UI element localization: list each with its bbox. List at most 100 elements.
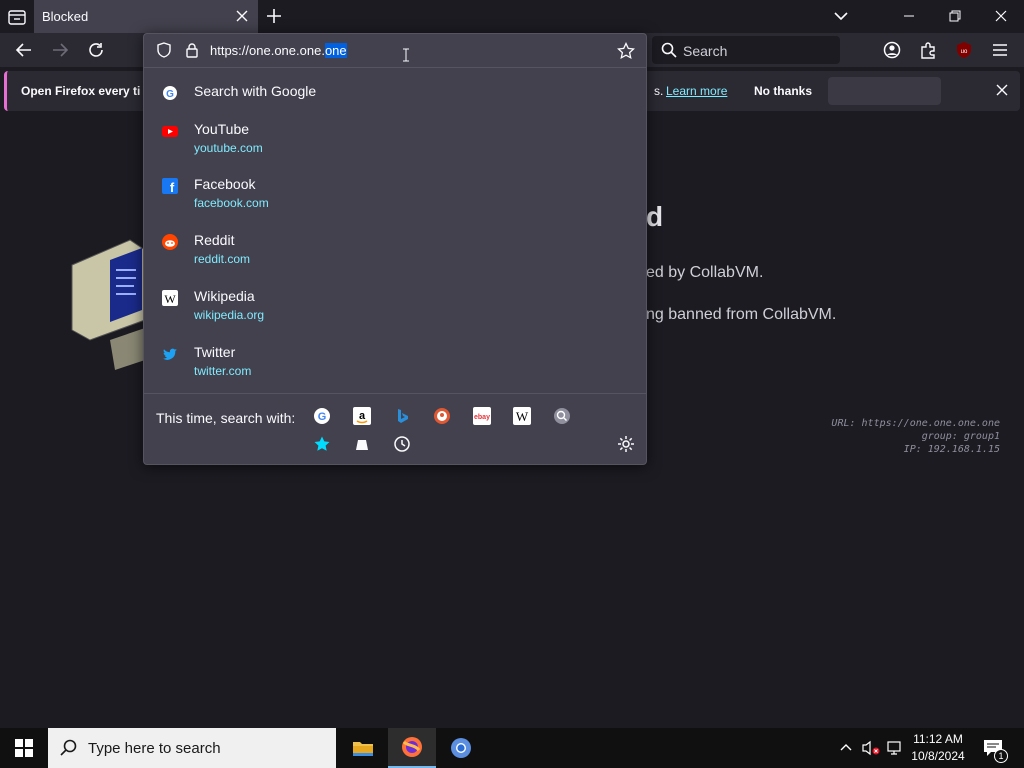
bookmark-star-icon[interactable] [617,41,635,65]
new-tab-icon[interactable] [265,7,283,25]
close-notification-icon[interactable] [995,83,1009,97]
page-heading: d [646,201,664,232]
address-bar[interactable]: https://one.one.one.one [144,34,646,67]
suggestion-url: youtube.com [194,141,263,155]
tabs-icon[interactable] [353,435,371,453]
one-off-search-label: This time, search with: [156,410,296,426]
restore-icon[interactable] [932,4,978,28]
search-bar[interactable]: Search [652,36,840,64]
page-text-line: ng banned from CollabVM. [646,306,837,323]
search-icon [661,42,677,63]
meta-group: group: group1 [921,431,1000,442]
taskbar-search-placeholder: Type here to search [88,740,221,757]
taskbar-search-box[interactable]: Type here to search [48,728,336,768]
wikipedia-icon[interactable]: W [513,407,531,425]
text-cursor-icon [402,48,410,67]
suggestion-url: facebook.com [194,196,269,210]
volume-muted-icon[interactable] [862,740,880,761]
svg-text:W: W [164,292,176,306]
gear-icon[interactable] [617,435,635,453]
clock-date: 10/8/2024 [911,749,965,763]
svg-text:W: W [516,409,529,424]
lock-icon[interactable] [184,42,200,63]
no-thanks-button[interactable]: No thanks [743,77,823,105]
svg-text:G: G [166,89,174,100]
svg-text:uo: uo [961,49,968,55]
notification-text-tail: s. [654,84,664,98]
tab-bar: Blocked [0,0,1024,33]
svg-text:f: f [170,180,175,194]
notification-count-badge: 1 [994,749,1008,763]
wikipedia-icon: W [162,290,178,306]
google-icon: G [162,85,178,101]
suggestion-title: Facebook [194,176,256,192]
tab-blocked[interactable]: Blocked [34,0,258,33]
chromium-taskbar-icon[interactable] [437,728,485,768]
search-icon[interactable] [553,407,571,425]
suggestion-search-google[interactable]: G Search with Google [152,83,638,103]
url-text[interactable]: https://one.one.one.one [210,43,347,58]
chevron-up-icon[interactable] [839,740,853,759]
system-clock[interactable]: 11:12 AM 10/8/2024 [900,731,976,765]
suggestion-title: Search with Google [194,83,317,99]
suggestion-title: YouTube [194,121,250,137]
youtube-icon [162,123,178,139]
windows-start-icon[interactable] [0,728,48,768]
svg-text:ebay: ebay [474,414,490,421]
extensions-icon[interactable] [916,39,940,61]
ebay-icon[interactable]: ebay [473,407,491,425]
duckduckgo-icon[interactable] [433,407,451,425]
page-text-line: ed by CollabVM. [646,264,764,281]
forward-icon[interactable] [48,39,72,61]
svg-text:a: a [359,410,366,422]
menu-icon[interactable] [988,39,1012,61]
clock-time: 11:12 AM [913,732,963,746]
suggestion-title: Reddit [194,232,235,248]
suggestion-youtube[interactable]: YouTube youtube.com [152,121,638,159]
reddit-icon [162,234,178,250]
suggestion-wikipedia[interactable]: W Wikipedia wikipedia.org [152,288,638,326]
suggestion-url: twitter.com [194,364,252,378]
close-window-icon[interactable] [978,4,1024,28]
google-icon[interactable]: G [313,407,331,425]
suggestion-url: reddit.com [194,252,251,266]
account-icon[interactable] [880,39,904,61]
meta-url: URL: https://one.one.one.one [831,418,1000,429]
blocked-metadata: URL: https://one.one.one.one group: grou… [831,417,1000,456]
amazon-icon[interactable]: a [353,407,371,425]
twitter-icon [162,346,178,362]
tracking-protection-icon[interactable] [156,42,172,63]
firefox-taskbar-icon[interactable] [388,728,436,768]
search-icon [60,739,78,762]
notification-text: Open Firefox every ti [21,84,141,98]
minimize-icon[interactable] [886,4,932,28]
taskbar: Type here to search 11:12 AM 10/8/2024 1 [0,728,1024,768]
suggestion-twitter[interactable]: Twitter twitter.com [152,344,638,382]
meta-ip: IP: 192.168.1.15 [903,444,1000,455]
list-all-tabs-icon[interactable] [831,7,851,25]
divider [144,393,646,394]
suggestion-title: Twitter [194,344,236,360]
suggestion-title: Wikipedia [194,288,255,304]
suggestion-reddit[interactable]: Reddit reddit.com [152,232,638,270]
svg-text:G: G [318,411,327,423]
back-icon[interactable] [12,39,36,61]
reload-icon[interactable] [84,39,108,61]
computer-illustration [71,239,146,370]
file-explorer-icon[interactable] [339,728,387,768]
suggestion-url: wikipedia.org [194,308,265,322]
close-tab-icon[interactable] [234,8,250,24]
bing-icon[interactable] [393,407,411,425]
address-bar-dropdown: https://one.one.one.one G Search with Go… [143,33,647,465]
bookmarks-icon[interactable] [313,435,331,453]
search-placeholder: Search [683,43,728,59]
set-default-button[interactable] [828,77,941,105]
tab-list-icon[interactable] [6,6,28,28]
ublock-origin-icon[interactable]: uo [952,39,976,61]
history-icon[interactable] [393,435,411,453]
suggestion-facebook[interactable]: f Facebook facebook.com [152,176,638,214]
learn-more-link[interactable]: Learn more [666,84,727,98]
divider [144,67,646,68]
tab-title: Blocked [42,9,89,24]
facebook-icon: f [162,178,178,195]
